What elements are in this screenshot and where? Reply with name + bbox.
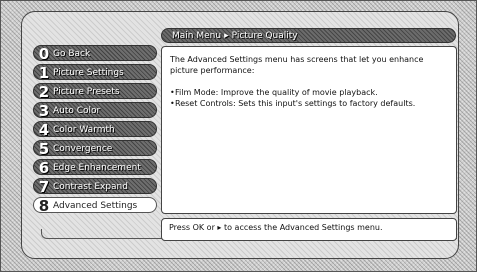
- menu-item-number: 8: [38, 197, 50, 213]
- description-bullet: •Film Mode: Improve the quality of movie…: [170, 87, 448, 98]
- menu-item-contrast-expand[interactable]: 7 Contrast Expand: [33, 178, 157, 194]
- bullet-text: Reset Controls: Sets this input's settin…: [175, 99, 416, 108]
- menu-item-auto-color[interactable]: 3 Auto Color: [33, 102, 157, 118]
- menu-item-picture-settings[interactable]: 1 Picture Settings: [33, 64, 157, 80]
- menu-item-label: Picture Settings: [53, 68, 124, 78]
- menu-item-label: Edge Enhancement: [53, 163, 141, 173]
- menu-item-go-back[interactable]: 0 Go Back: [33, 45, 157, 61]
- description-intro: The Advanced Settings menu has screens t…: [170, 55, 424, 75]
- breadcrumb: Main Menu ▸ Picture Quality: [161, 28, 456, 43]
- menu-item-number: 5: [38, 140, 50, 156]
- menu-item-label: Advanced Settings: [53, 201, 138, 211]
- menu-item-color-warmth[interactable]: 4 Color Warmth: [33, 121, 157, 137]
- menu-item-number: 4: [38, 121, 50, 137]
- menu-item-convergence[interactable]: 5 Convergence: [33, 140, 157, 156]
- menu-item-number: 3: [38, 102, 50, 118]
- menu-item-number: 0: [38, 45, 50, 61]
- menu-item-label: Color Warmth: [53, 125, 115, 135]
- menu-item-number: 6: [38, 159, 50, 175]
- menu-item-picture-presets[interactable]: 2 Picture Presets: [33, 83, 157, 99]
- menu-item-label: Go Back: [53, 49, 91, 59]
- menu-item-number: 2: [38, 83, 50, 99]
- menu-item-advanced-settings[interactable]: 8 Advanced Settings: [33, 197, 157, 213]
- breadcrumb-root[interactable]: Main Menu: [172, 31, 221, 41]
- menu-item-label: Convergence: [53, 144, 113, 154]
- breadcrumb-current: Picture Quality: [231, 31, 298, 41]
- menu-item-number: 7: [38, 178, 50, 194]
- chevron-right-icon: ▸: [224, 31, 229, 41]
- menu-item-number: 1: [38, 64, 50, 80]
- description-bullet: •Reset Controls: Sets this input's setti…: [170, 98, 448, 109]
- side-menu: 0 Go Back 1 Picture Settings 2 Picture Pres…: [33, 45, 157, 216]
- bullet-text: Film Mode: Improve the quality of movie …: [175, 88, 378, 97]
- menu-item-label: Picture Presets: [53, 87, 120, 97]
- help-hint: Press OK or ▸ to access the Advanced Set…: [161, 218, 457, 241]
- menu-item-edge-enhancement[interactable]: 6 Edge Enhancement: [33, 159, 157, 175]
- menu-item-label: Contrast Expand: [53, 182, 128, 192]
- tv-menu-screen: Main Menu ▸ Picture Quality 0 Go Back 1 Pict…: [0, 0, 477, 272]
- menu-item-label: Auto Color: [53, 106, 101, 116]
- description-panel: The Advanced Settings menu has screens t…: [161, 46, 457, 214]
